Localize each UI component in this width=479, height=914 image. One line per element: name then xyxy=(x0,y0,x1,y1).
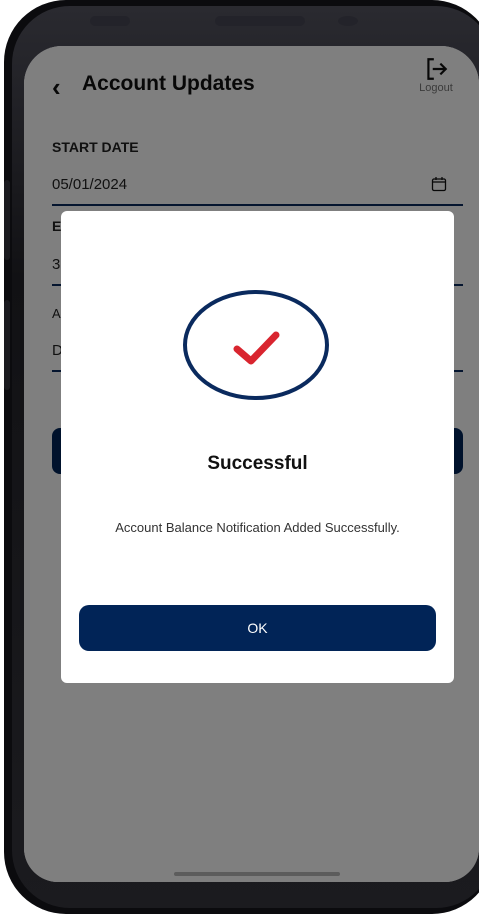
front-camera xyxy=(338,16,358,26)
success-check-icon xyxy=(183,290,329,400)
sensor-dot xyxy=(90,16,130,26)
earpiece-speaker xyxy=(215,16,305,26)
volume-button xyxy=(4,180,10,260)
success-dialog: Successful Account Balance Notification … xyxy=(61,211,454,683)
dialog-message: Account Balance Notification Added Succe… xyxy=(115,520,400,535)
power-button xyxy=(4,300,10,390)
ok-button[interactable]: OK xyxy=(79,605,436,651)
app-screen: ‹ Account Updates Logout START DATE 05/0… xyxy=(24,46,479,882)
dialog-title: Successful xyxy=(207,453,308,474)
